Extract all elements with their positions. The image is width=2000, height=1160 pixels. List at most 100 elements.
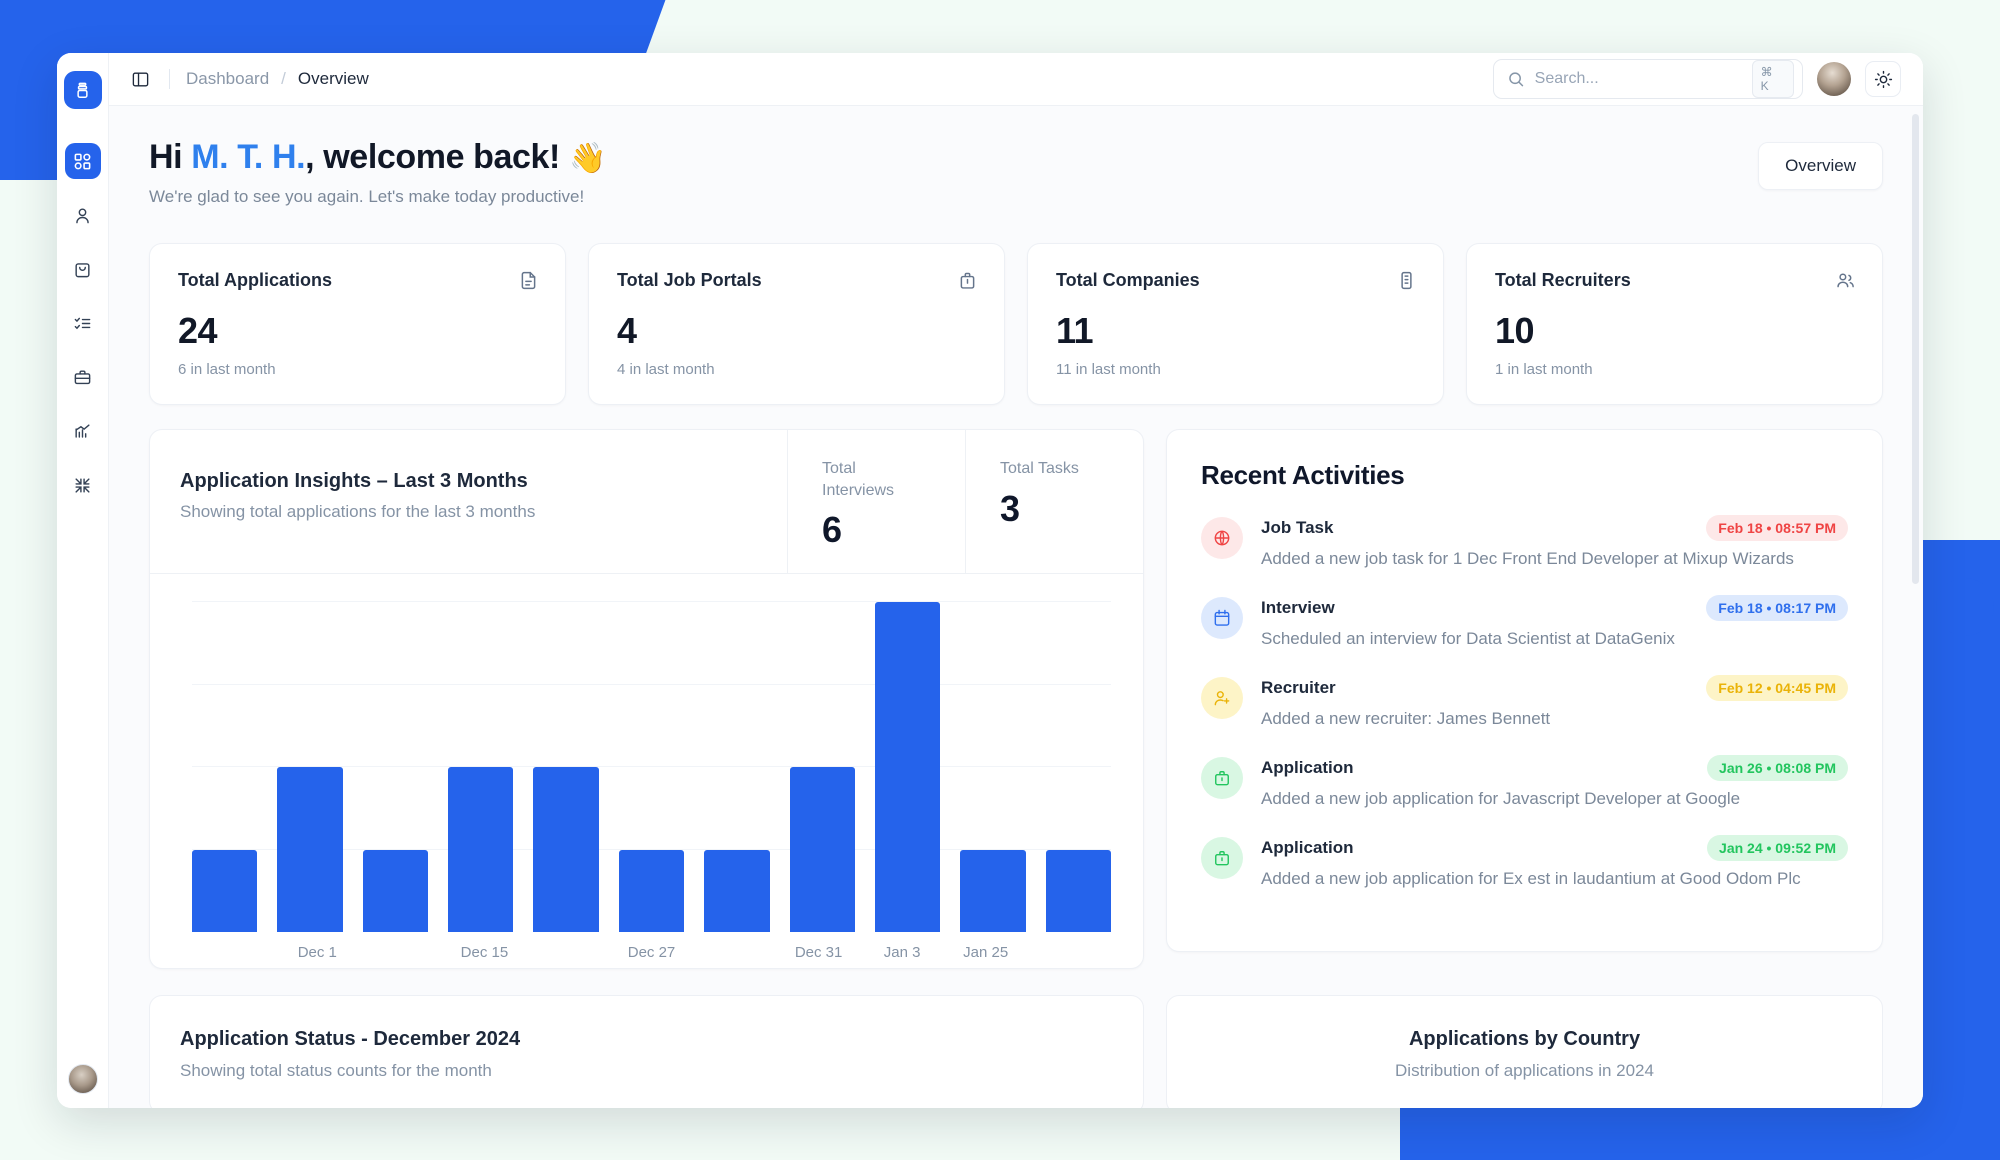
- stat-subtext: 1 in last month: [1495, 361, 1856, 378]
- chart-bar[interactable]: [448, 767, 513, 932]
- chart-x-tick-label: Dec 27: [628, 944, 676, 961]
- wave-icon: 👋: [569, 142, 606, 175]
- stat-card-total-job-portals[interactable]: Total Job Portals 4 4 in last month: [588, 243, 1005, 405]
- activity-body: ApplicationJan 26 • 08:08 PMAdded a new …: [1261, 755, 1848, 811]
- document-icon: [518, 270, 539, 296]
- chart-bar[interactable]: [277, 767, 342, 932]
- activity-body: Recruiter Feb 12 • 04:45 PM Added a new re…: [1261, 675, 1848, 731]
- chart-bar[interactable]: [960, 850, 1025, 933]
- stat-card-total-companies[interactable]: Total Companies 11 11 in last month: [1027, 243, 1444, 405]
- activity-description: Added a new job task for 1 Dec Front End…: [1261, 548, 1848, 571]
- overview-button[interactable]: Overview: [1758, 142, 1883, 190]
- greeting-suffix: , welcome back!: [305, 138, 560, 176]
- sidebar-item-tasks[interactable]: [65, 305, 101, 341]
- chart-x-tick-label: Jan 25: [963, 944, 1008, 961]
- chart-bar[interactable]: [1046, 850, 1111, 933]
- content-scroll-area[interactable]: Hi M. T. H., welcome back! 👋 We're glad …: [109, 106, 1923, 1108]
- chart-line-icon: [73, 422, 92, 441]
- topbar-actions: ⌘ K: [1493, 59, 1901, 99]
- stat-card-total-recruiters[interactable]: Total Recruiters 10 1 in last month: [1466, 243, 1883, 405]
- topbar-divider: [169, 69, 170, 89]
- app-logo[interactable]: [64, 71, 102, 109]
- stat-subtext: 4 in last month: [617, 361, 978, 378]
- chart-description: Showing total applications for the last …: [180, 502, 757, 522]
- activity-description: Added a new job application for Ex est i…: [1261, 868, 1848, 891]
- sidebar-avatar[interactable]: [68, 1064, 98, 1094]
- kpi-total-interviews[interactable]: Total Interviews 6: [787, 430, 965, 573]
- activity-description: Added a new recruiter: James Bennett: [1261, 708, 1848, 731]
- chart-x-tick-label: Jan 3: [884, 944, 921, 961]
- greeting-prefix: Hi: [149, 138, 191, 176]
- chart-bar[interactable]: [790, 767, 855, 932]
- briefcase-icon: [73, 368, 92, 387]
- stat-header: Total Applications: [178, 270, 539, 296]
- chart-bar[interactable]: [704, 850, 769, 933]
- sidebar-item-analytics[interactable]: [65, 413, 101, 449]
- chart-bar[interactable]: [192, 850, 257, 933]
- user-avatar[interactable]: [1817, 62, 1851, 96]
- bar-chart-plot[interactable]: [192, 602, 1111, 932]
- kpi-label: Total Tasks: [1000, 458, 1092, 480]
- sidebar-item-collapse[interactable]: [65, 467, 101, 503]
- breadcrumb: Dashboard / Overview: [186, 69, 369, 89]
- bar-chart-x-axis: Dec 1Dec 15Dec 27Dec 31Jan 3Jan 25: [192, 932, 1111, 968]
- activity-item[interactable]: ApplicationJan 24 • 09:52 PM Added a new …: [1201, 835, 1848, 891]
- search-box[interactable]: ⌘ K: [1493, 59, 1803, 99]
- briefcase-icon: [1201, 837, 1243, 879]
- panel-toggle-button[interactable]: [127, 66, 153, 92]
- chart-x-tick-label: Dec 1: [298, 944, 337, 961]
- activity-description: Added a new job application for Javascri…: [1261, 788, 1848, 811]
- activity-label: Application: [1261, 838, 1354, 858]
- breadcrumb-parent[interactable]: Dashboard: [186, 69, 269, 89]
- vertical-scrollbar[interactable]: [1912, 114, 1919, 584]
- sidebar: [57, 53, 109, 1108]
- activity-item[interactable]: Recruiter Feb 12 • 04:45 PM Added a new re…: [1201, 675, 1848, 731]
- globe-icon: [1201, 517, 1243, 559]
- activity-time-badge: Feb 12 • 04:45 PM: [1706, 675, 1848, 701]
- stat-value: 4: [617, 310, 978, 352]
- activity-header: InterviewFeb 18 • 08:17 PM: [1261, 595, 1848, 621]
- activity-header: Job Task Feb 18 • 08:57 PM: [1261, 515, 1848, 541]
- activity-label: Recruiter: [1261, 678, 1336, 698]
- activity-header: Recruiter Feb 12 • 04:45 PM: [1261, 675, 1848, 701]
- applications-by-country-description: Distribution of applications in 2024: [1197, 1061, 1852, 1081]
- chart-bar[interactable]: [363, 850, 428, 933]
- activity-label: Application: [1261, 758, 1354, 778]
- box-logo-icon: [73, 81, 92, 100]
- building-icon: [1396, 270, 1417, 296]
- main-area: Dashboard / Overview ⌘ K: [109, 53, 1923, 1108]
- activity-time-badge: Feb 18 • 08:17 PM: [1706, 595, 1848, 621]
- sidebar-item-applications[interactable]: [65, 359, 101, 395]
- sidebar-item-dashboard[interactable]: [65, 143, 101, 179]
- chart-bar[interactable]: [875, 602, 940, 932]
- recent-activities-card: Recent Activities Job TaskFeb 18 • 08:57…: [1166, 429, 1883, 952]
- sidebar-item-job-portals[interactable]: [65, 251, 101, 287]
- activity-time-badge: Feb 18 • 08:57 PM: [1706, 515, 1848, 541]
- decorative-circle: [1936, 578, 1994, 636]
- activity-item[interactable]: InterviewFeb 18 • 08:17 PMScheduled an i…: [1201, 595, 1848, 651]
- search-input[interactable]: [1535, 70, 1742, 88]
- sun-icon: [1874, 70, 1893, 89]
- activity-label: Job Task: [1261, 518, 1333, 538]
- sidebar-item-profile[interactable]: [65, 197, 101, 233]
- application-insights-card: Application Insights – Last 3 Months Sho…: [149, 429, 1144, 969]
- kpi-value: 3: [1000, 488, 1143, 530]
- stat-header: Total Job Portals: [617, 270, 978, 296]
- activity-item[interactable]: ApplicationJan 26 • 08:08 PMAdded a new …: [1201, 755, 1848, 811]
- kpi-total-tasks[interactable]: Total Tasks 3: [965, 430, 1143, 573]
- stat-value: 10: [1495, 310, 1856, 352]
- screen: Dashboard / Overview ⌘ K: [0, 0, 2000, 1160]
- stat-subtext: 11 in last month: [1056, 361, 1417, 378]
- theme-toggle-button[interactable]: [1865, 61, 1901, 97]
- search-icon: [1507, 70, 1525, 88]
- chart-bar[interactable]: [619, 850, 684, 933]
- stat-value: 11: [1056, 310, 1417, 352]
- activity-item[interactable]: Job Task Feb 18 • 08:57 PM Added a new job…: [1201, 515, 1848, 571]
- chart-header-text: Application Insights – Last 3 Months Sho…: [150, 430, 787, 573]
- activity-header: ApplicationJan 24 • 09:52 PM: [1261, 835, 1848, 861]
- chart-header: Application Insights – Last 3 Months Sho…: [150, 430, 1143, 574]
- welcome-text: Hi M. T. H., welcome back! 👋 We're glad …: [149, 138, 606, 207]
- stat-card-total-applications[interactable]: Total Applications 24 6 in last month: [149, 243, 566, 405]
- chart-bar[interactable]: [533, 767, 598, 932]
- stat-value: 24: [178, 310, 539, 352]
